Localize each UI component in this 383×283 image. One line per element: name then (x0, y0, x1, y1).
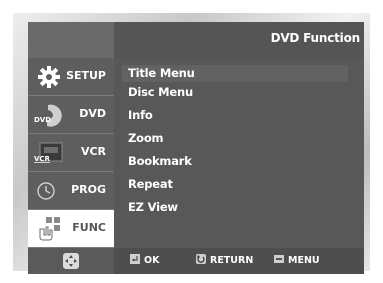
disc-icon-text: DVD (34, 116, 51, 124)
nav-block (28, 248, 114, 274)
enter-key-icon (130, 254, 140, 264)
sidebar-item-label: SETUP (66, 69, 106, 82)
menu-item-disc-menu[interactable]: Disc Menu (122, 84, 348, 101)
sidebar-item-prog[interactable]: PROG (28, 172, 114, 210)
sidebar-item-setup[interactable]: SETUP (28, 58, 114, 96)
menu-item-title-menu[interactable]: Title Menu (122, 65, 348, 82)
page-title: DVD Function (270, 31, 361, 45)
ok-label: OK (144, 255, 160, 266)
gear-icon (38, 66, 60, 88)
clock-icon (37, 182, 55, 200)
cassette-icon: VCR (34, 142, 63, 163)
menu-label: MENU (288, 255, 320, 266)
ok-hint: OK (130, 254, 159, 266)
return-hint: RETURN (196, 254, 253, 266)
sidebar-item-label: FUNC (72, 221, 106, 234)
menu-item-repeat[interactable]: Repeat (122, 176, 348, 193)
header-bar: DVD Function (114, 22, 364, 58)
function-icon (39, 217, 60, 241)
return-label: RETURN (210, 255, 254, 266)
menu-item-info[interactable]: Info (122, 107, 348, 124)
menu-item-bookmark[interactable]: Bookmark (122, 153, 348, 170)
cassette-icon-text: VCR (34, 155, 51, 163)
disc-icon: DVD (34, 104, 62, 127)
menu-key-icon (274, 255, 284, 263)
four-way-arrow-icon (63, 253, 79, 269)
sidebar-item-label: PROG (71, 183, 106, 196)
sidebar: SETUP DVD DVD VCR VCR PROG FUNC (28, 58, 114, 248)
sidebar-item-label: VCR (80, 145, 106, 158)
menu-item-zoom[interactable]: Zoom (122, 130, 348, 147)
sidebar-item-func[interactable]: FUNC (28, 210, 114, 248)
menu-item-ez-view[interactable]: EZ View (122, 199, 348, 216)
footer-bar: OK RETURN MENU (28, 248, 364, 274)
header-left-block (28, 22, 114, 58)
sidebar-item-vcr[interactable]: VCR VCR (28, 134, 114, 172)
return-icon (196, 254, 206, 264)
osd-screen: DVD Function SETUP DVD DVD VCR VCR PROG … (28, 22, 364, 274)
function-menu: Title Menu Disc Menu Info Zoom Bookmark … (114, 58, 364, 248)
sidebar-item-label: DVD (79, 107, 106, 120)
sidebar-item-dvd[interactable]: DVD DVD (28, 96, 114, 134)
menu-hint: MENU (274, 254, 320, 266)
